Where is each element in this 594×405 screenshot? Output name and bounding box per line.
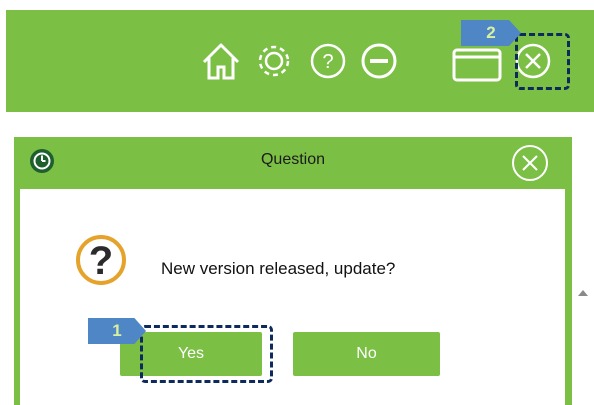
- maximize-button[interactable]: [451, 47, 503, 83]
- dialog-title: Question: [260, 151, 326, 168]
- dialog-close-button[interactable]: [510, 143, 550, 183]
- step-badge-2: 2: [461, 20, 521, 46]
- svg-text:?: ?: [322, 51, 333, 73]
- scroll-up-icon[interactable]: [578, 290, 588, 296]
- settings-button[interactable]: [251, 38, 297, 84]
- close-icon: [512, 145, 548, 181]
- step-badge-1: 1: [88, 318, 146, 344]
- no-button[interactable]: No: [293, 332, 440, 376]
- svg-text:?: ?: [89, 239, 113, 283]
- question-dialog: Question ? New version released, update?…: [14, 137, 572, 405]
- minimize-button[interactable]: [356, 38, 402, 84]
- gear-icon: [258, 45, 290, 77]
- yes-highlight: [140, 325, 273, 383]
- help-button[interactable]: ?: [305, 38, 351, 84]
- dialog-header: Question: [14, 137, 572, 185]
- minimize-icon: [361, 43, 397, 79]
- help-icon: ?: [310, 43, 346, 79]
- question-icon: ?: [76, 235, 126, 285]
- dialog-message: New version released, update?: [161, 259, 396, 278]
- home-button[interactable]: [198, 38, 244, 84]
- close-highlight: [515, 33, 570, 90]
- home-icon: [202, 43, 240, 80]
- maximize-icon: [452, 48, 502, 82]
